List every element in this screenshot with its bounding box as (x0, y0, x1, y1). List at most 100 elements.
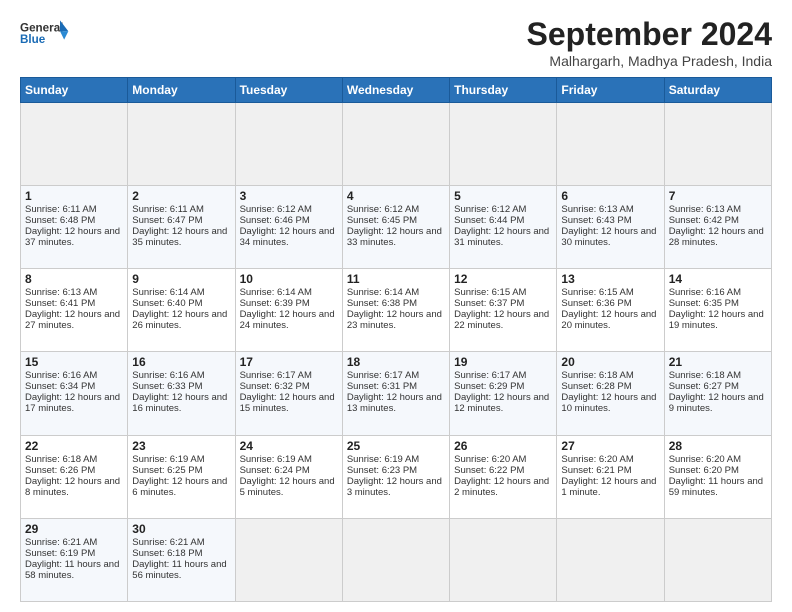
day-number: 23 (132, 439, 230, 453)
calendar-cell: 14 Sunrise: 6:16 AM Sunset: 6:35 PM Dayl… (664, 269, 771, 352)
col-friday: Friday (557, 78, 664, 103)
day-number: 8 (25, 272, 123, 286)
sunset: Sunset: 6:22 PM (454, 465, 524, 476)
day-number: 22 (25, 439, 123, 453)
logo: General Blue (20, 16, 70, 54)
sunset: Sunset: 6:35 PM (669, 298, 739, 309)
sunset: Sunset: 6:36 PM (561, 298, 631, 309)
calendar-cell: 20 Sunrise: 6:18 AM Sunset: 6:28 PM Dayl… (557, 352, 664, 435)
calendar-cell: 4 Sunrise: 6:12 AM Sunset: 6:45 PM Dayli… (342, 186, 449, 269)
sunrise: Sunrise: 6:19 AM (132, 454, 204, 465)
daylight: Daylight: 12 hours and 12 minutes. (454, 392, 549, 414)
day-number: 13 (561, 272, 659, 286)
daylight: Daylight: 12 hours and 9 minutes. (669, 392, 764, 414)
calendar-cell (450, 518, 557, 601)
calendar-cell: 24 Sunrise: 6:19 AM Sunset: 6:24 PM Dayl… (235, 435, 342, 518)
sunrise: Sunrise: 6:20 AM (669, 454, 741, 465)
sunrise: Sunrise: 6:15 AM (561, 287, 633, 298)
sunset: Sunset: 6:41 PM (25, 298, 95, 309)
calendar-cell: 23 Sunrise: 6:19 AM Sunset: 6:25 PM Dayl… (128, 435, 235, 518)
sunset: Sunset: 6:42 PM (669, 215, 739, 226)
sunset: Sunset: 6:45 PM (347, 215, 417, 226)
sunrise: Sunrise: 6:21 AM (132, 537, 204, 548)
day-number: 24 (240, 439, 338, 453)
sunset: Sunset: 6:48 PM (25, 215, 95, 226)
daylight: Daylight: 12 hours and 15 minutes. (240, 392, 335, 414)
day-number: 3 (240, 189, 338, 203)
calendar-cell (664, 103, 771, 186)
daylight: Daylight: 12 hours and 28 minutes. (669, 226, 764, 248)
calendar-cell (342, 103, 449, 186)
sunset: Sunset: 6:32 PM (240, 381, 310, 392)
sunset: Sunset: 6:43 PM (561, 215, 631, 226)
sunset: Sunset: 6:28 PM (561, 381, 631, 392)
day-number: 9 (132, 272, 230, 286)
location: Malhargarh, Madhya Pradesh, India (527, 53, 772, 69)
calendar-cell (557, 103, 664, 186)
daylight: Daylight: 12 hours and 35 minutes. (132, 226, 227, 248)
daylight: Daylight: 12 hours and 24 minutes. (240, 309, 335, 331)
sunrise: Sunrise: 6:18 AM (669, 370, 741, 381)
sunset: Sunset: 6:44 PM (454, 215, 524, 226)
col-saturday: Saturday (664, 78, 771, 103)
sunset: Sunset: 6:33 PM (132, 381, 202, 392)
calendar-cell: 13 Sunrise: 6:15 AM Sunset: 6:36 PM Dayl… (557, 269, 664, 352)
sunrise: Sunrise: 6:20 AM (561, 454, 633, 465)
sunrise: Sunrise: 6:18 AM (561, 370, 633, 381)
daylight: Daylight: 12 hours and 23 minutes. (347, 309, 442, 331)
calendar-cell: 1 Sunrise: 6:11 AM Sunset: 6:48 PM Dayli… (21, 186, 128, 269)
day-number: 19 (454, 355, 552, 369)
daylight: Daylight: 12 hours and 33 minutes. (347, 226, 442, 248)
sunset: Sunset: 6:27 PM (669, 381, 739, 392)
daylight: Daylight: 11 hours and 58 minutes. (25, 559, 119, 581)
calendar-cell (450, 103, 557, 186)
day-number: 27 (561, 439, 659, 453)
calendar-cell: 30 Sunrise: 6:21 AM Sunset: 6:18 PM Dayl… (128, 518, 235, 601)
day-number: 28 (669, 439, 767, 453)
sunrise: Sunrise: 6:17 AM (347, 370, 419, 381)
day-number: 7 (669, 189, 767, 203)
day-number: 15 (25, 355, 123, 369)
daylight: Daylight: 12 hours and 3 minutes. (347, 476, 442, 498)
daylight: Daylight: 12 hours and 17 minutes. (25, 392, 120, 414)
day-number: 6 (561, 189, 659, 203)
daylight: Daylight: 12 hours and 10 minutes. (561, 392, 656, 414)
daylight: Daylight: 12 hours and 8 minutes. (25, 476, 120, 498)
sunrise: Sunrise: 6:19 AM (240, 454, 312, 465)
sunrise: Sunrise: 6:14 AM (240, 287, 312, 298)
daylight: Daylight: 12 hours and 13 minutes. (347, 392, 442, 414)
sunrise: Sunrise: 6:19 AM (347, 454, 419, 465)
sunrise: Sunrise: 6:13 AM (25, 287, 97, 298)
daylight: Daylight: 12 hours and 1 minute. (561, 476, 656, 498)
day-number: 14 (669, 272, 767, 286)
daylight: Daylight: 12 hours and 22 minutes. (454, 309, 549, 331)
daylight: Daylight: 12 hours and 34 minutes. (240, 226, 335, 248)
sunset: Sunset: 6:40 PM (132, 298, 202, 309)
sunset: Sunset: 6:37 PM (454, 298, 524, 309)
day-number: 4 (347, 189, 445, 203)
sunset: Sunset: 6:21 PM (561, 465, 631, 476)
calendar-cell (235, 103, 342, 186)
sunrise: Sunrise: 6:20 AM (454, 454, 526, 465)
daylight: Daylight: 12 hours and 19 minutes. (669, 309, 764, 331)
daylight: Daylight: 12 hours and 37 minutes. (25, 226, 120, 248)
daylight: Daylight: 12 hours and 16 minutes. (132, 392, 227, 414)
title-block: September 2024 Malhargarh, Madhya Prades… (527, 16, 772, 69)
sunset: Sunset: 6:46 PM (240, 215, 310, 226)
sunset: Sunset: 6:19 PM (25, 548, 95, 559)
sunset: Sunset: 6:34 PM (25, 381, 95, 392)
sunrise: Sunrise: 6:13 AM (669, 204, 741, 215)
sunrise: Sunrise: 6:14 AM (347, 287, 419, 298)
day-number: 20 (561, 355, 659, 369)
sunrise: Sunrise: 6:14 AM (132, 287, 204, 298)
calendar-cell: 15 Sunrise: 6:16 AM Sunset: 6:34 PM Dayl… (21, 352, 128, 435)
sunrise: Sunrise: 6:12 AM (454, 204, 526, 215)
sunset: Sunset: 6:26 PM (25, 465, 95, 476)
sunset: Sunset: 6:31 PM (347, 381, 417, 392)
day-number: 29 (25, 522, 123, 536)
day-number: 26 (454, 439, 552, 453)
svg-text:Blue: Blue (20, 33, 46, 46)
calendar-cell: 18 Sunrise: 6:17 AM Sunset: 6:31 PM Dayl… (342, 352, 449, 435)
calendar-cell: 22 Sunrise: 6:18 AM Sunset: 6:26 PM Dayl… (21, 435, 128, 518)
calendar-cell: 25 Sunrise: 6:19 AM Sunset: 6:23 PM Dayl… (342, 435, 449, 518)
